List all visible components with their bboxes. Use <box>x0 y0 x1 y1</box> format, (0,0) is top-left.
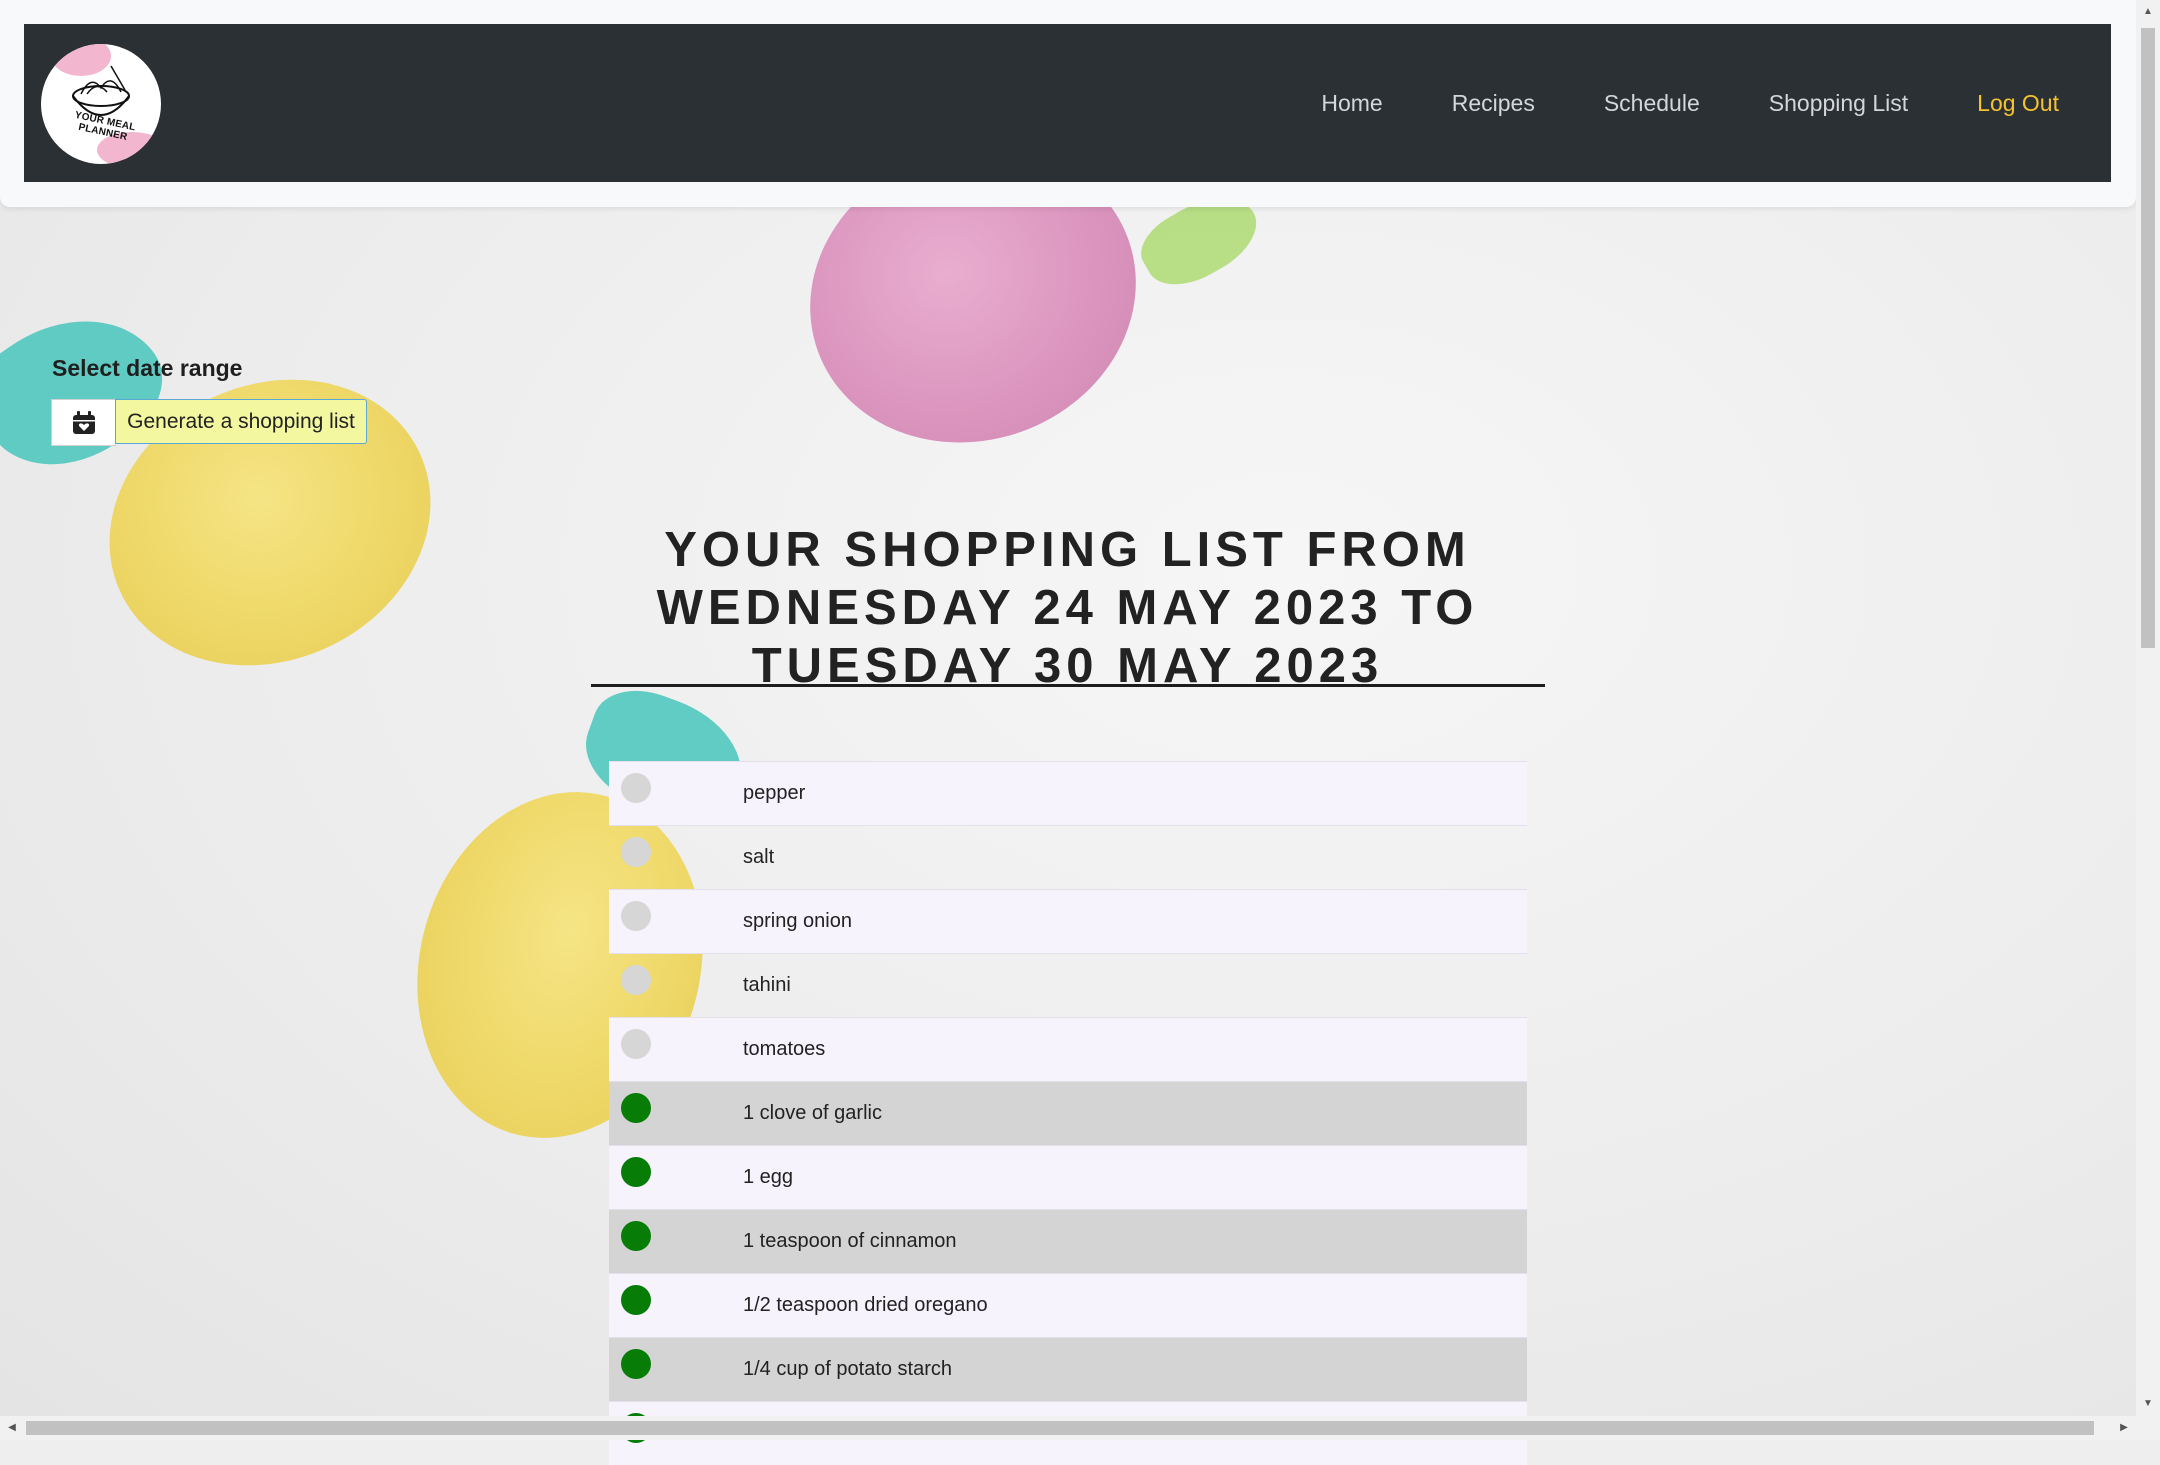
generate-shopping-list-button[interactable]: Generate a shopping list <box>115 399 367 444</box>
shopping-list-item[interactable]: tahini <box>609 953 1527 1017</box>
unchecked-dot-icon[interactable] <box>621 1029 651 1059</box>
shopping-list-item[interactable]: 1 egg <box>609 1145 1527 1209</box>
scroll-right-arrow-icon[interactable]: ▶ <box>2112 1416 2136 1440</box>
vertical-scrollbar[interactable]: ▲ ▼ <box>2136 0 2160 1416</box>
shopping-list-item[interactable]: tomatoes <box>609 1017 1527 1081</box>
shopping-list-item-text: 1/4 cup of potato starch <box>743 1358 953 1380</box>
unchecked-dot-icon[interactable] <box>621 901 651 931</box>
shopping-list-item[interactable]: 1/2 teaspoon dried oregano <box>609 1273 1527 1337</box>
shopping-list-item[interactable]: salt <box>609 825 1527 889</box>
page-title: Your shopping list from Wednesday 24 May… <box>656 522 1479 693</box>
checked-dot-icon[interactable] <box>621 1221 651 1251</box>
checked-dot-icon[interactable] <box>621 1093 651 1123</box>
scroll-left-arrow-icon[interactable]: ◀ <box>0 1416 24 1440</box>
nav-links: Home Recipes Schedule Shopping List Log … <box>1321 24 2059 182</box>
shopping-list: pepper salt spring onion tahini tomatoes 1 cl… <box>609 761 1527 1465</box>
nav-log-out[interactable]: Log Out <box>1977 90 2059 117</box>
checked-dot-icon[interactable] <box>621 1349 651 1379</box>
date-range-label: Select date range <box>52 355 243 381</box>
shopping-list-item-text: tahini <box>743 974 791 996</box>
shopping-list-item-text: spring onion <box>743 910 852 932</box>
scroll-down-arrow-icon[interactable]: ▼ <box>2136 1392 2160 1416</box>
shopping-list-item-text: tomatoes <box>743 1038 826 1060</box>
title-divider <box>591 684 1545 687</box>
nav-schedule[interactable]: Schedule <box>1604 90 1700 117</box>
shopping-list-item[interactable]: 1/4 cup of potato starch <box>609 1337 1527 1401</box>
shopping-list-item-text: salt <box>743 846 775 868</box>
unchecked-dot-icon[interactable] <box>621 837 651 867</box>
nav-home[interactable]: Home <box>1321 90 1382 117</box>
vertical-scrollbar-thumb[interactable] <box>2141 28 2155 648</box>
checked-dot-icon[interactable] <box>621 1157 651 1187</box>
checked-dot-icon[interactable] <box>621 1285 651 1315</box>
shopping-list-item-text: 1 egg <box>743 1166 794 1188</box>
nav-shopping-list[interactable]: Shopping List <box>1769 90 1908 117</box>
calendar-icon <box>72 410 95 434</box>
shopping-list-item-text: 1 clove of garlic <box>743 1102 882 1124</box>
navbar: YOUR MEAL PLANNER Home Recipes Schedule … <box>24 24 2111 182</box>
shopping-list-item[interactable]: pepper <box>609 761 1527 825</box>
shopping-list-item-text: 1/2 teaspoon dried oregano <box>743 1294 988 1316</box>
unchecked-dot-icon[interactable] <box>621 773 651 803</box>
logo[interactable]: YOUR MEAL PLANNER <box>41 44 161 164</box>
header: YOUR MEAL PLANNER Home Recipes Schedule … <box>0 0 2136 207</box>
shopping-list-item[interactable]: 1 clove of garlic <box>609 1081 1527 1145</box>
shopping-list-item[interactable]: spring onion <box>609 889 1527 953</box>
shopping-list-item-text: pepper <box>743 782 806 804</box>
nav-recipes[interactable]: Recipes <box>1452 90 1535 117</box>
horizontal-scrollbar[interactable]: ◀ ▶ <box>0 1416 2160 1440</box>
date-range-picker-button[interactable] <box>51 399 116 446</box>
shopping-list-item[interactable]: 1 teaspoon of cinnamon <box>609 1209 1527 1273</box>
shopping-list-item-text: 1 teaspoon of cinnamon <box>743 1230 957 1252</box>
horizontal-scrollbar-thumb[interactable] <box>26 1421 2094 1435</box>
scroll-up-arrow-icon[interactable]: ▲ <box>2136 0 2160 24</box>
unchecked-dot-icon[interactable] <box>621 965 651 995</box>
